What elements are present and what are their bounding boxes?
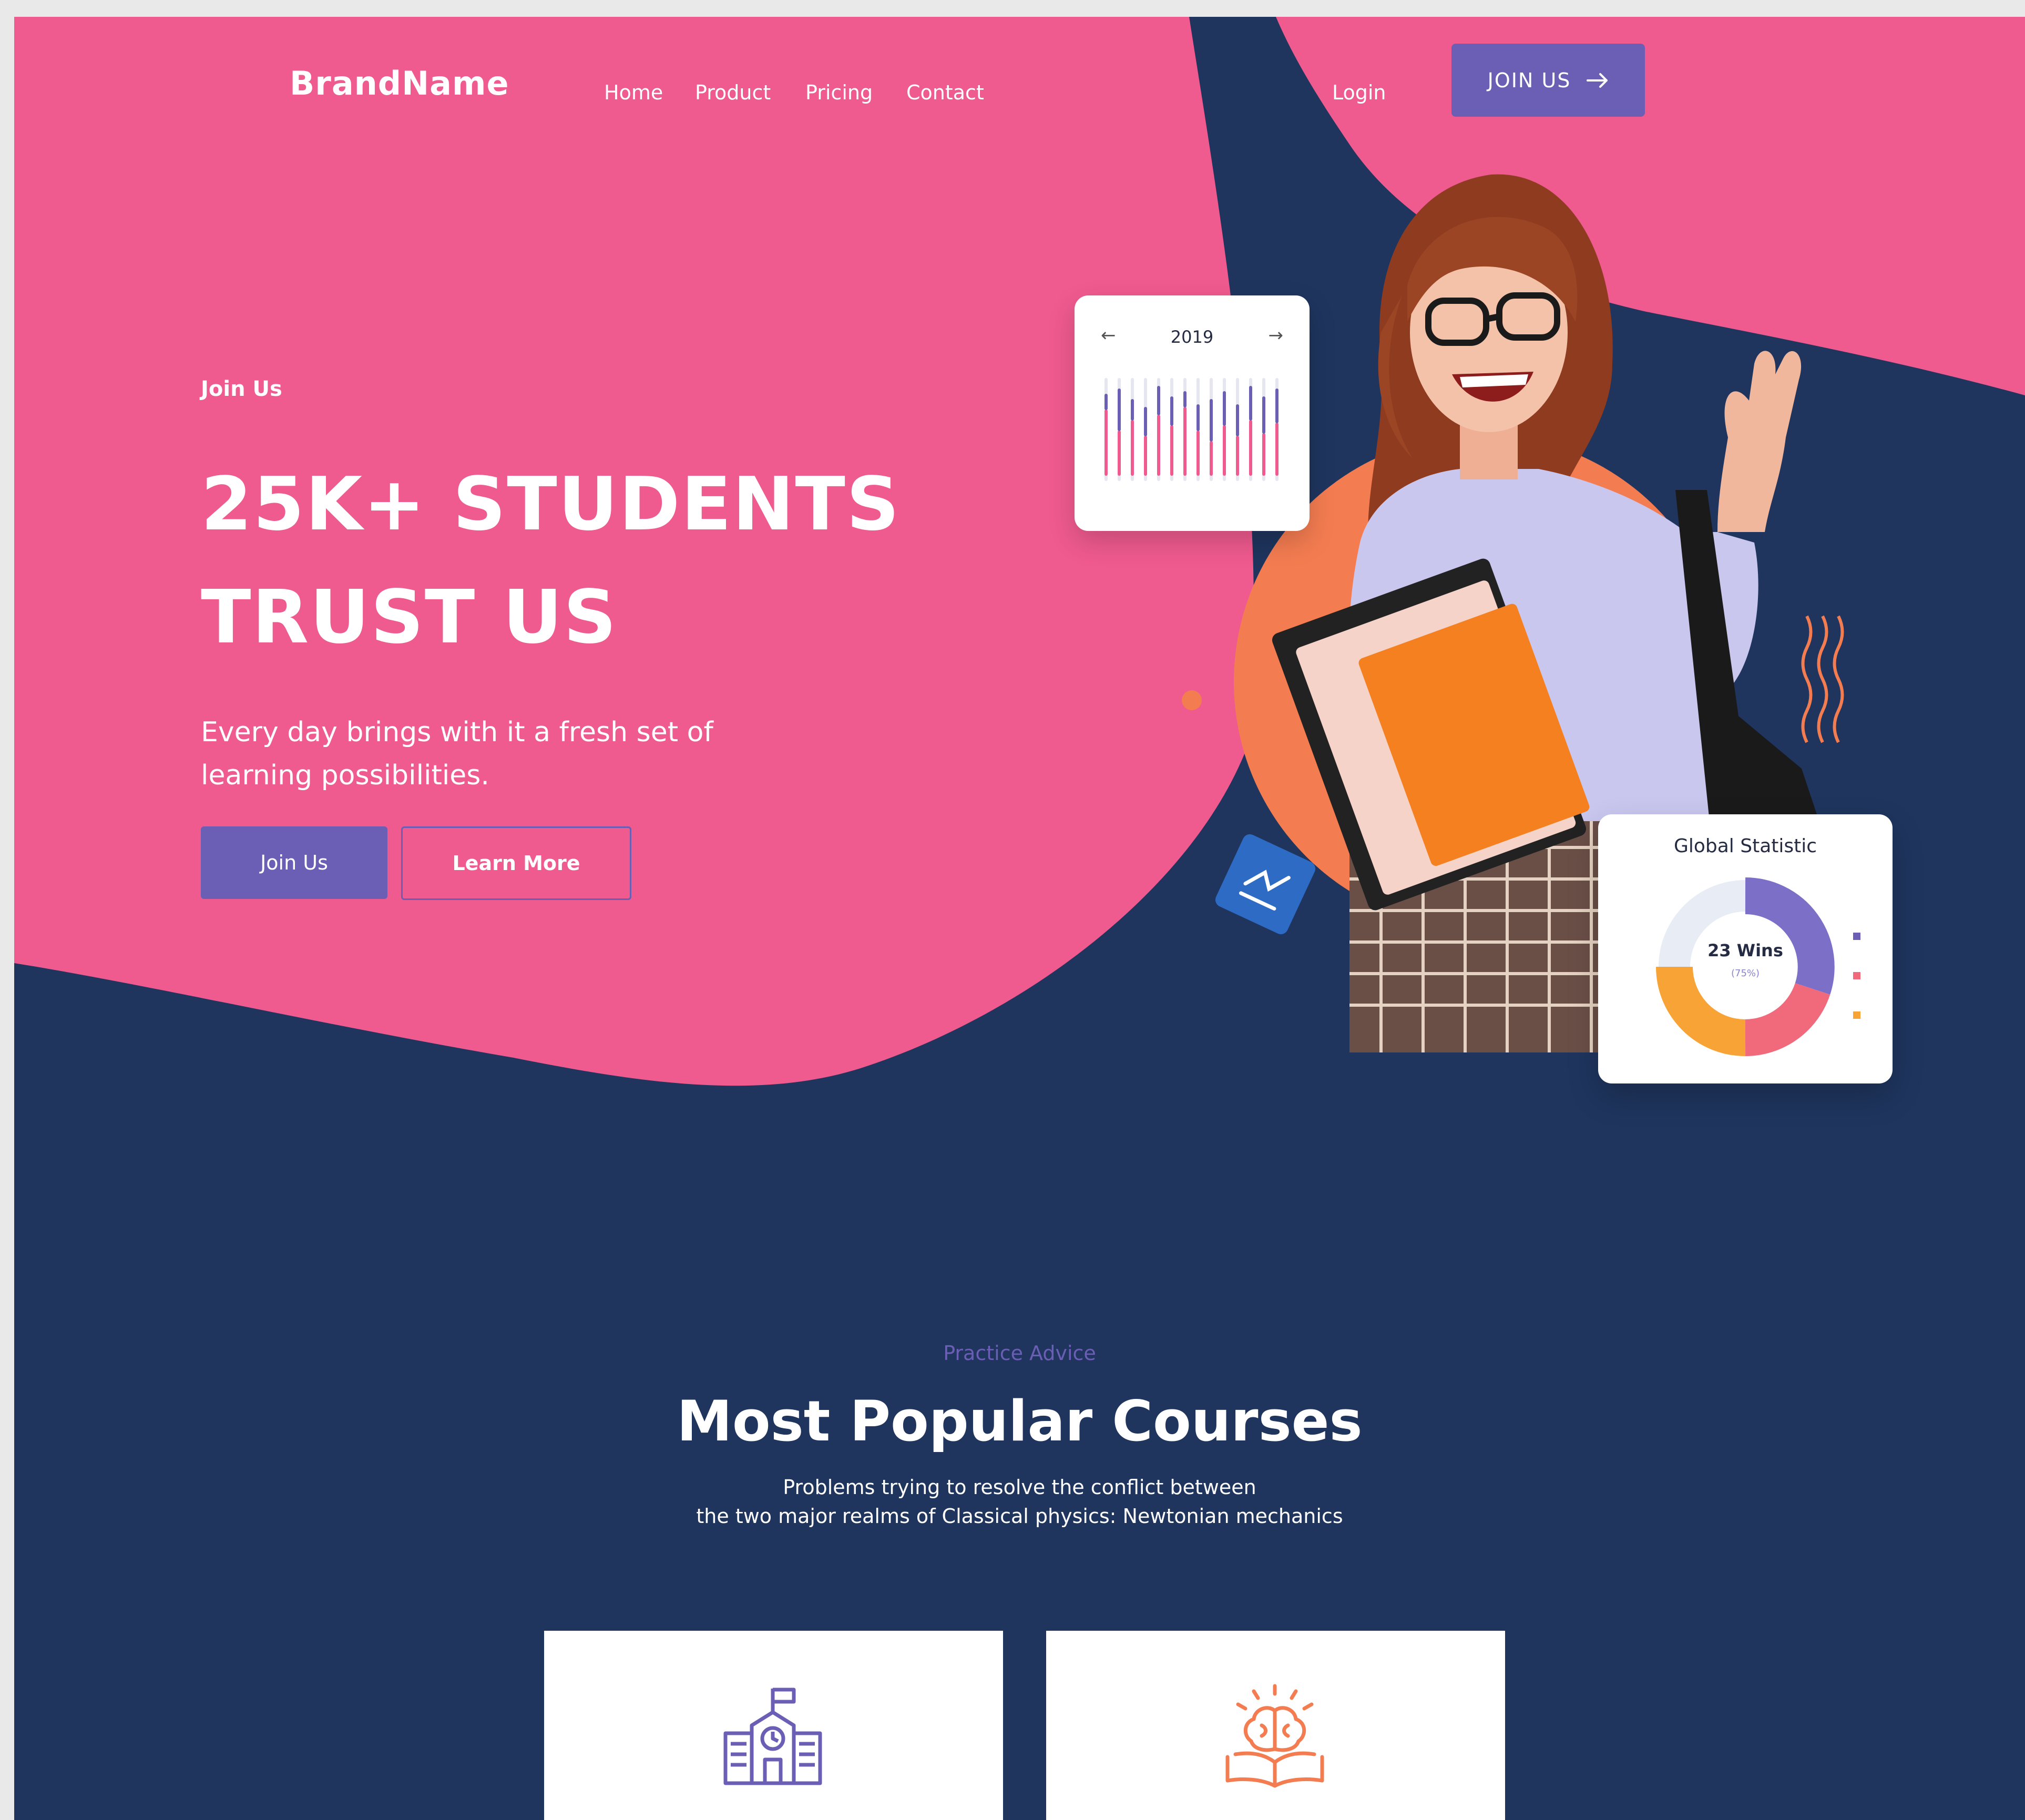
section-title: Most Popular Courses — [677, 1389, 1363, 1454]
legend-swatch-1 — [1853, 933, 1860, 940]
brain-book-icon — [1225, 1684, 1324, 1788]
calendar-card: ← 2019 → — [1075, 295, 1310, 531]
section-desc-line-2: the two major realms of Classical physic… — [696, 1505, 1343, 1528]
page-frame: BrandName Home Product Pricing Contact L… — [14, 17, 2025, 1820]
mini-bar-chart — [1104, 378, 1279, 481]
course-card-2[interactable] — [1046, 1631, 1505, 1820]
section-eyebrow: Practice Advice — [943, 1342, 1096, 1365]
school-building-icon — [723, 1688, 822, 1785]
section-description: Problems trying to resolve the conflict … — [14, 1473, 2025, 1531]
section-desc-line-1: Problems trying to resolve the conflict … — [783, 1476, 1256, 1499]
legend-swatch-2 — [1853, 972, 1860, 979]
stat-center-percent: (75%) — [1731, 968, 1760, 979]
legend-swatch-3 — [1853, 1011, 1860, 1019]
course-card-1[interactable] — [544, 1631, 1003, 1820]
stat-center-label: 23 Wins — [1707, 940, 1783, 960]
global-statistic-card: Global Statistic 23 Wins (75%) — [1598, 814, 1893, 1083]
